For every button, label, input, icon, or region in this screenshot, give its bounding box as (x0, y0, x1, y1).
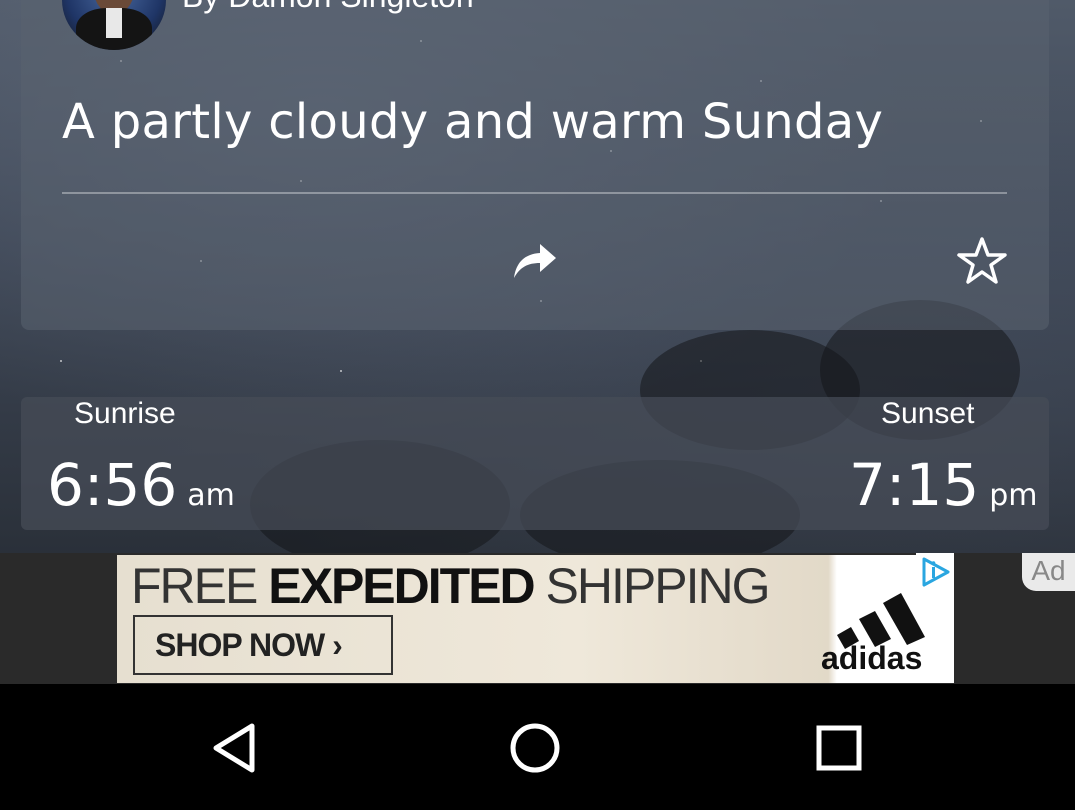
ad-strip: FREE EXPEDITED SHIPPING SHOP NOW › adida… (0, 553, 1075, 684)
share-button[interactable] (510, 238, 560, 286)
author-avatar (62, 0, 166, 50)
sunset-time-value: 7:15 (849, 451, 980, 519)
sunrise-label: Sunrise (74, 397, 176, 430)
share-icon (514, 244, 556, 278)
back-button[interactable] (204, 718, 264, 778)
divider (62, 192, 1007, 194)
ad-banner[interactable]: FREE EXPEDITED SHIPPING SHOP NOW › adida… (117, 555, 954, 683)
favorite-button[interactable] (955, 234, 1009, 288)
sunset-suffix: pm (989, 478, 1038, 513)
svg-text:adidas: adidas (821, 640, 922, 673)
adchoices-icon (922, 557, 950, 587)
sunrise-time-value: 6:56 (47, 451, 178, 519)
forecast-card: By Damon Singleton A partly cloudy and w… (21, 0, 1049, 330)
recents-icon (816, 725, 862, 771)
sunset-time: 7:15 pm (849, 451, 1038, 519)
back-icon (213, 723, 255, 773)
ad-label: Ad (1022, 553, 1075, 591)
forecast-headline[interactable]: A partly cloudy and warm Sunday (62, 94, 883, 150)
author-byline: By Damon Singleton (182, 0, 474, 15)
android-nav-bar (0, 684, 1075, 810)
sunrise-time: 6:56 am (47, 451, 235, 519)
home-icon (510, 723, 560, 773)
star-icon (957, 237, 1007, 284)
recents-button[interactable] (809, 718, 869, 778)
adchoices-button[interactable] (916, 553, 954, 591)
sunrise-suffix: am (187, 478, 235, 513)
home-button[interactable] (505, 718, 565, 778)
shop-now-button[interactable]: SHOP NOW › (133, 615, 393, 675)
sun-times-card: Sunrise 6:56 am Sunset 7:15 pm (21, 397, 1049, 530)
ad-headline: FREE EXPEDITED SHIPPING (131, 558, 770, 614)
sunset-label: Sunset (881, 397, 975, 430)
